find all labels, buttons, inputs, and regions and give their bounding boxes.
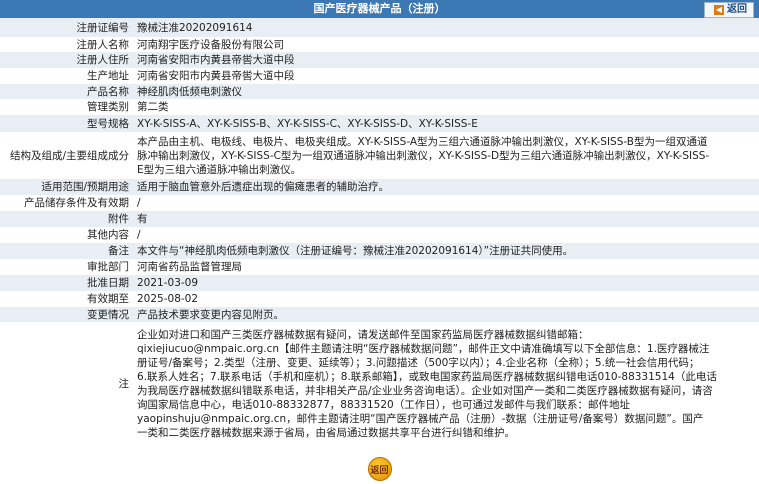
label-expiry: 有效期至 [0, 291, 133, 307]
value-expiry: 2025-08-02 [133, 291, 759, 307]
note-line: yaopinshuju@nmpaic.org.cn，邮件主题请注明“国产医疗器械… [137, 413, 704, 425]
row-category: 管理类别 第二类 [0, 99, 759, 115]
value-structure: 本产品由主机、电极线、电极片、电极夹组成。XY-K-SISS-A型为三组六通道脉… [133, 132, 759, 179]
value-attachment: 有 [133, 211, 759, 227]
note-line: 册证号/备案号；2.类型（注册、变更、延续等）；3.问题描述（500字以内）；4… [137, 357, 700, 369]
row-attachment: 附件 有 [0, 211, 759, 227]
detail-table: 注册证编号 豫械注准20202091614 注册人名称 河南翔宇医疗设备股份有限… [0, 18, 759, 446]
value-registrant: 河南翔宇医疗设备股份有限公司 [133, 37, 759, 52]
label-production: 生产地址 [0, 68, 133, 84]
title-bar: 国产医疗器械产品（注册） ◀ 返回 [0, 0, 759, 18]
structure-line: 本产品由主机、电极线、电极片、电极夹组成。XY-K-SISS-A型为三组六通道脉… [137, 135, 708, 148]
value-other: / [133, 227, 759, 243]
label-category: 管理类别 [0, 99, 133, 115]
label-dept: 审批部门 [0, 259, 133, 275]
label-scope: 适用范围/预期用途 [0, 179, 133, 195]
value-remarks: 本文件与“神经肌肉低频电刺激仪（注册证编号：豫械注准20202091614）”注… [133, 243, 759, 259]
footer: 返回 [0, 457, 759, 484]
row-production: 生产地址 河南省安阳市内黄县帝喾大道中段 [0, 68, 759, 84]
structure-line: 脉冲输出刺激仪，XY-K-SISS-C型为一组双通道脉冲输出刺激仪，XY-K-S… [137, 149, 710, 162]
label-registrant: 注册人名称 [0, 37, 133, 52]
label-structure: 结构及组成/主要组成成分 [0, 132, 133, 179]
value-note: 企业如对进口和国产三类医疗器械数据有疑问，请发送邮件至国家药监局医疗器械数据纠错… [133, 322, 759, 446]
back-button-bottom[interactable]: 返回 [367, 457, 392, 481]
note-line: 6.联系人姓名；7.联系电话（手机和座机）；8.联系邮箱】，或致电国家药监局医疗… [137, 371, 717, 383]
structure-line: E型为三组六通道脉冲输出刺激仪。 [137, 163, 302, 176]
label-models: 型号规格 [0, 115, 133, 132]
back-button-top[interactable]: ◀ 返回 [704, 2, 754, 18]
value-product: 神经肌肉低频电刺激仪 [133, 84, 759, 99]
back-button-bottom-label: 返回 [370, 466, 389, 476]
page-title: 国产医疗器械产品（注册） [313, 2, 446, 15]
note-line: 询国家局信息中心，电话010-88332877，88331520（工作日），也可… [137, 399, 630, 411]
note-line: qixiejiucuo@nmpaic.org.cn【邮件主题请注明“医疗器械数据… [137, 343, 710, 355]
label-attachment: 附件 [0, 211, 133, 227]
value-reg-no: 豫械注准20202091614 [133, 18, 759, 37]
value-dept: 河南省药品监督管理局 [133, 259, 759, 275]
row-approval: 批准日期 2021-03-09 [0, 275, 759, 291]
label-note: 注 [0, 322, 133, 446]
value-scope: 适用于脑血管意外后遗症出现的偏瘫患者的辅助治疗。 [133, 179, 759, 195]
row-changes: 变更情况 产品技术要求变更内容见附页。 [0, 307, 759, 322]
row-scope: 适用范围/预期用途 适用于脑血管意外后遗症出现的偏瘫患者的辅助治疗。 [0, 179, 759, 195]
label-product: 产品名称 [0, 84, 133, 99]
value-models: XY-K-SISS-A、XY-K-SISS-B、XY-K-SISS-C、XY-K… [133, 115, 759, 132]
row-reg-no: 注册证编号 豫械注准20202091614 [0, 18, 759, 37]
value-address: 河南省安阳市内黄县帝喾大道中段 [133, 52, 759, 68]
label-storage: 产品储存条件及有效期 [0, 195, 133, 211]
row-expiry: 有效期至 2025-08-02 [0, 291, 759, 307]
row-storage: 产品储存条件及有效期 / [0, 195, 759, 211]
note-line: 企业如对进口和国产三类医疗器械数据有疑问，请发送邮件至国家药监局医疗器械数据纠错… [137, 329, 589, 341]
value-storage: / [133, 195, 759, 211]
back-button-label: 返回 [727, 4, 747, 15]
note-line: 一类和二类医疗器械数据来源于省局，由省局通过数据共享平台进行纠错和维护。 [137, 427, 515, 439]
label-address: 注册人住所 [0, 52, 133, 68]
row-note: 注 企业如对进口和国产三类医疗器械数据有疑问，请发送邮件至国家药监局医疗器械数据… [0, 322, 759, 446]
detail-page: 国产医疗器械产品（注册） ◀ 返回 注册证编号 豫械注准20202091614 注… [0, 0, 759, 481]
label-other: 其他内容 [0, 227, 133, 243]
value-changes: 产品技术要求变更内容见附页。 [133, 307, 759, 322]
row-other: 其他内容 / [0, 227, 759, 243]
row-product: 产品名称 神经肌肉低频电刺激仪 [0, 84, 759, 99]
row-models: 型号规格 XY-K-SISS-A、XY-K-SISS-B、XY-K-SISS-C… [0, 115, 759, 132]
label-reg-no: 注册证编号 [0, 18, 133, 37]
value-approval: 2021-03-09 [133, 275, 759, 291]
label-changes: 变更情况 [0, 307, 133, 322]
label-remarks: 备注 [0, 243, 133, 259]
label-approval: 批准日期 [0, 275, 133, 291]
row-registrant: 注册人名称 河南翔宇医疗设备股份有限公司 [0, 37, 759, 52]
value-production: 河南省安阳市内黄县帝喾大道中段 [133, 68, 759, 84]
value-category: 第二类 [133, 99, 759, 115]
row-remarks: 备注 本文件与“神经肌肉低频电刺激仪（注册证编号：豫械注准20202091614… [0, 243, 759, 259]
row-address: 注册人住所 河南省安阳市内黄县帝喾大道中段 [0, 52, 759, 68]
note-line: 为我局医疗器械数据纠错联系电话，并非相关产品/企业业务咨询电话）。企业如对国产一… [137, 385, 713, 397]
row-structure: 结构及组成/主要组成成分 本产品由主机、电极线、电极片、电极夹组成。XY-K-S… [0, 132, 759, 179]
arrow-left-icon: ◀ [714, 5, 724, 15]
row-dept: 审批部门 河南省药品监督管理局 [0, 259, 759, 275]
